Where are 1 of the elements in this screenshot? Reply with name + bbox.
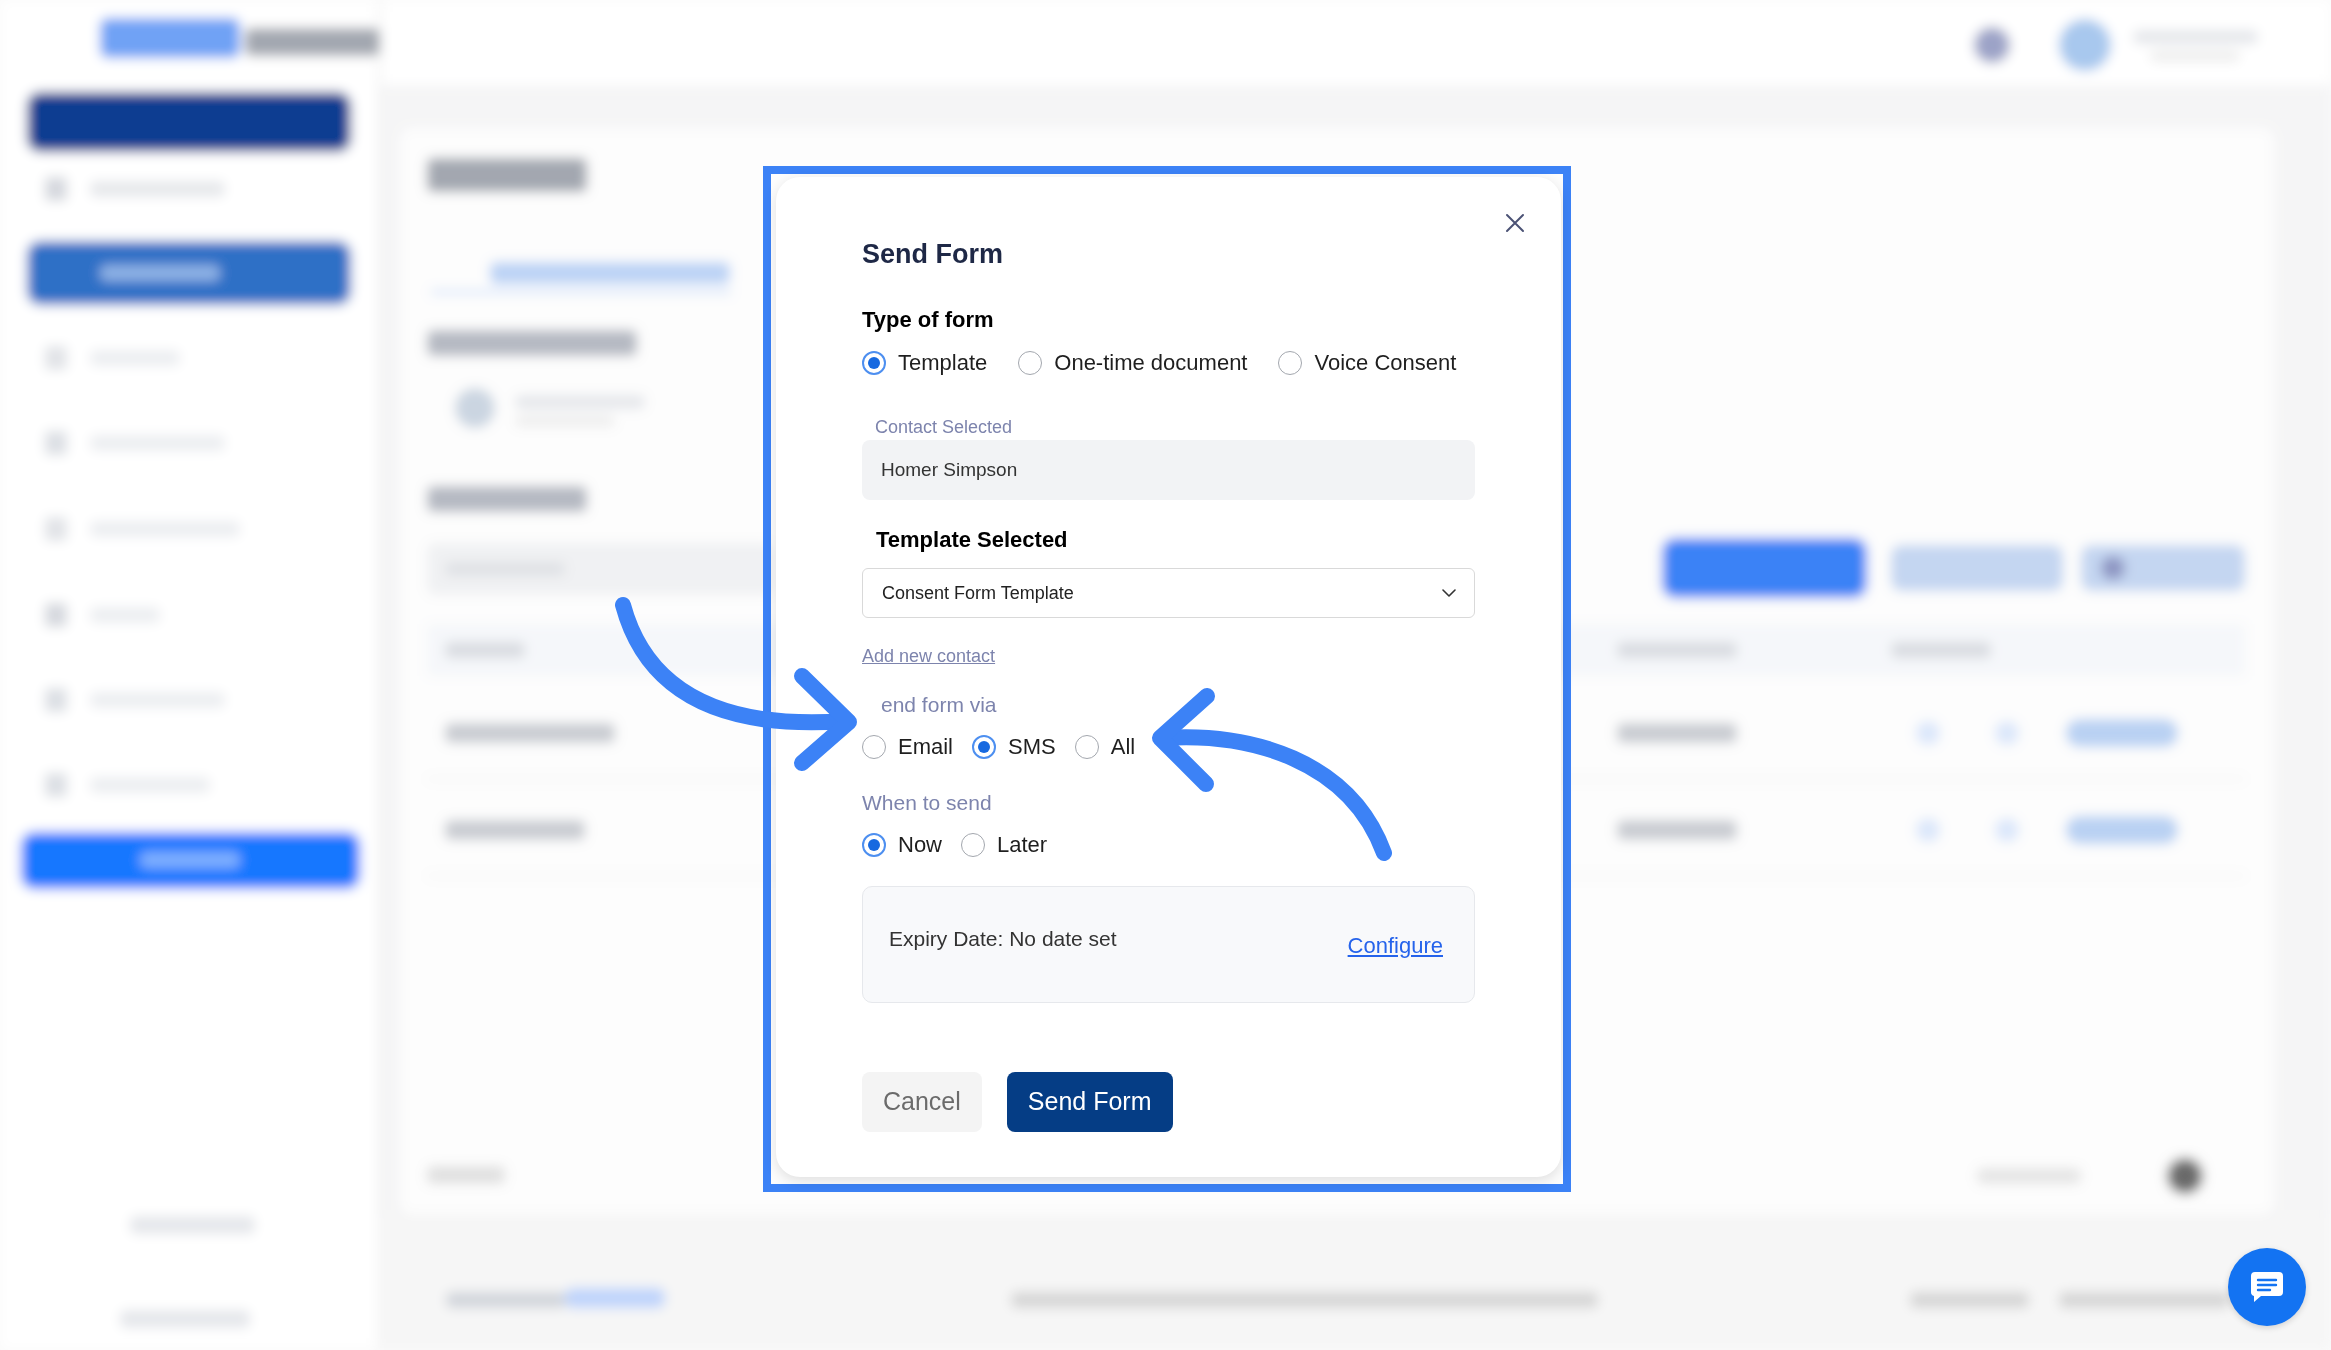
chat-icon [2249,1270,2285,1304]
